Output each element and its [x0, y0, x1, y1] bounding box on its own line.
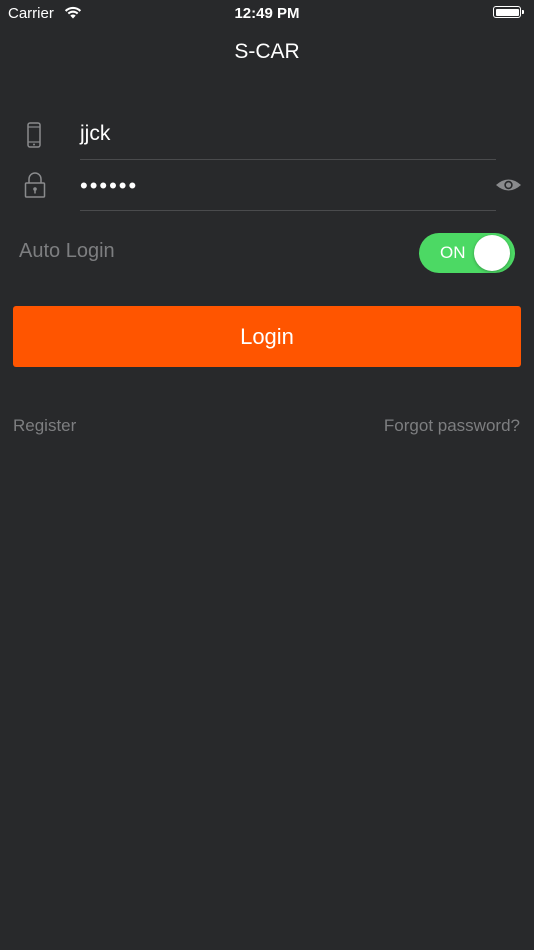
app-title: S-CAR [234, 40, 300, 63]
status-time: 12:49 PM [234, 5, 300, 22]
password-field[interactable]: •••••• [0, 161, 534, 211]
forgot-password-link[interactable]: Forgot password? [384, 416, 520, 436]
login-button[interactable]: Login [13, 306, 521, 367]
auto-login-toggle[interactable]: ON [419, 233, 515, 273]
username-input[interactable]: jjck [80, 122, 110, 146]
auto-login-label: Auto Login [19, 240, 115, 262]
lock-icon [24, 171, 46, 204]
username-field[interactable]: jjck [0, 110, 534, 160]
username-underline [80, 159, 496, 160]
password-input[interactable]: •••••• [80, 173, 138, 199]
battery-icon [493, 6, 524, 18]
login-button-label: Login [240, 323, 294, 349]
toggle-state-label: ON [440, 243, 466, 262]
password-underline [80, 210, 496, 211]
eye-icon[interactable] [495, 177, 522, 198]
register-link[interactable]: Register [13, 416, 76, 436]
status-bar: Carrier 12:49 PM [0, 0, 534, 28]
toggle-knob [474, 235, 510, 271]
phone-icon [26, 122, 42, 153]
